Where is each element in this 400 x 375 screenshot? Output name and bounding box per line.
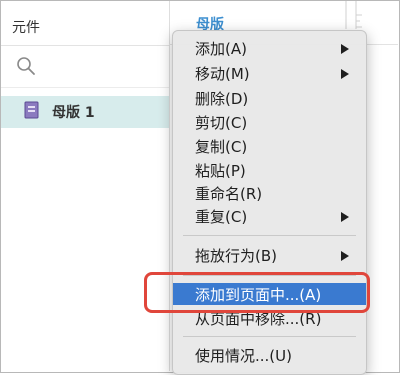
context-menu: 添加(A) 移动(M) 删除(D) 剪切(C) 复制(C) 粘贴(P) 重命名(… (172, 30, 367, 375)
submenu-arrow-icon (341, 69, 349, 79)
menu-item-cut[interactable]: 剪切(C) (173, 111, 366, 133)
master-item-label: 母版 1 (52, 105, 95, 121)
menu-item-add[interactable]: 添加(A) (173, 37, 366, 59)
submenu-arrow-icon (341, 212, 349, 222)
menu-item-move[interactable]: 移动(M) (173, 62, 366, 84)
menu-item-rename[interactable]: 重命名(R) (173, 182, 366, 204)
divider (1, 45, 169, 46)
components-panel: 元件 母版 1 (1, 1, 169, 371)
submenu-arrow-icon (341, 44, 349, 54)
menu-separator (183, 336, 356, 337)
ruler (345, 1, 362, 29)
menu-item-copy[interactable]: 复制(C) (173, 135, 366, 157)
divider (1, 87, 169, 88)
master-page-icon (24, 101, 39, 119)
menu-item-paste[interactable]: 粘贴(P) (173, 159, 366, 181)
menu-item-duplicate[interactable]: 重复(C) (173, 205, 366, 227)
menu-item-drop-behavior[interactable]: 拖放行为(B) (173, 244, 366, 266)
divider (169, 1, 170, 371)
master-list-item[interactable]: 母版 1 (1, 96, 169, 128)
annotation-highlight-box (144, 272, 370, 313)
menu-item-delete[interactable]: 删除(D) (173, 87, 366, 109)
menu-item-usage[interactable]: 使用情况...(U) (173, 344, 366, 366)
panel-title: 元件 (12, 20, 40, 36)
submenu-arrow-icon (341, 251, 349, 261)
menu-separator (183, 235, 356, 236)
search-icon[interactable] (15, 55, 37, 77)
